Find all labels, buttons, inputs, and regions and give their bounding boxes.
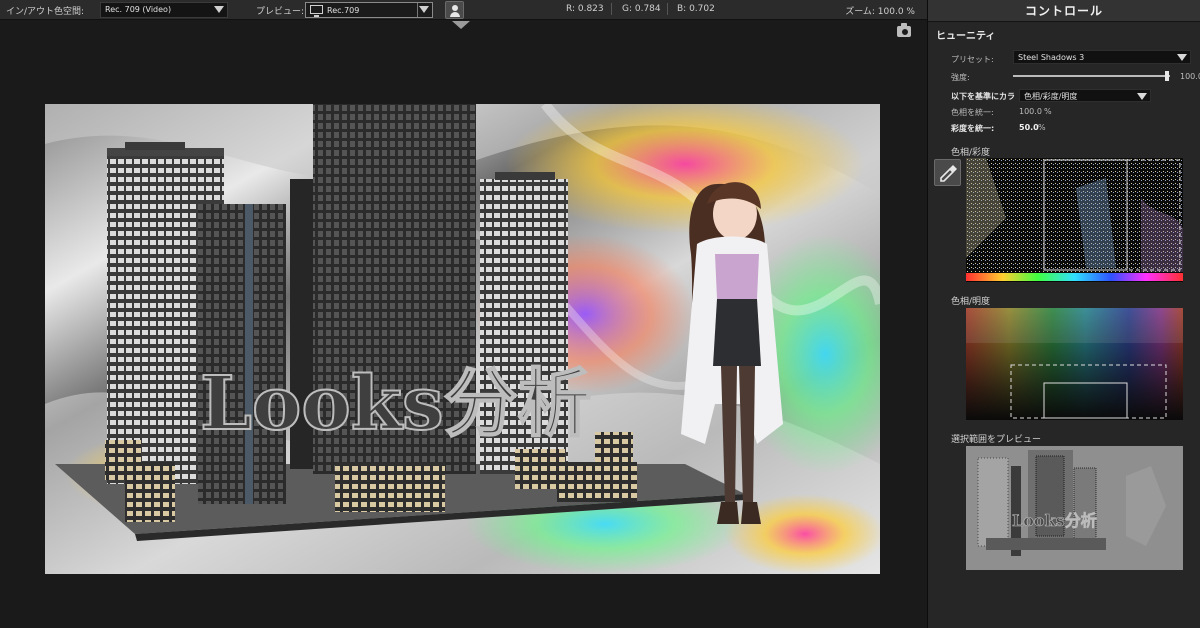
chevron-down-icon	[214, 6, 224, 13]
strength-label: 強度:	[951, 73, 970, 82]
colorspace-label: イン/アウト色空間:	[6, 7, 85, 17]
basis-label: 以下を基準にカラ	[951, 92, 1015, 101]
chevron-down-icon	[1177, 54, 1187, 61]
hue-saturation-plot	[966, 158, 1183, 281]
hue-saturation-scope[interactable]	[966, 158, 1183, 282]
eyedropper-icon	[940, 165, 957, 182]
hue-luminance-plot	[966, 308, 1183, 420]
hue-unify-value[interactable]: 100.0	[1019, 107, 1042, 116]
eyedropper-button[interactable]	[934, 159, 961, 186]
sat-unify-label: 彩度を統一:	[951, 124, 995, 133]
colorspace-select[interactable]: Rec. 709 (Video)	[100, 2, 228, 18]
person-mask-button[interactable]	[445, 1, 464, 19]
chevron-down-icon	[1137, 93, 1147, 100]
viewer-toolbar: イン/アウト色空間: Rec. 709 (Video) プレビュー: Rec.7…	[0, 0, 927, 20]
viewer-image[interactable]: Looks分析	[45, 104, 880, 574]
preset-value: Steel Shadows 3	[1018, 53, 1085, 62]
selection-preview: Looks分析	[966, 446, 1183, 570]
camera-icon[interactable]	[897, 23, 911, 37]
person-icon	[452, 5, 458, 11]
colorspace-value: Rec. 709 (Video)	[105, 5, 172, 14]
hue-unify-label: 色相を統一:	[951, 108, 994, 117]
sat-unify-value[interactable]: 50.0	[1019, 123, 1039, 132]
preset-select[interactable]: Steel Shadows 3	[1013, 50, 1191, 64]
strength-value: 100.0	[1180, 72, 1200, 81]
hue-unify-unit: %	[1044, 107, 1052, 116]
readout-divider	[611, 3, 612, 15]
center-marker-icon	[452, 21, 470, 29]
section-title-huenity: ヒューニティ	[936, 31, 996, 42]
sat-unify-unit: %	[1038, 123, 1046, 132]
hue-sat-title: 色相/彩度	[951, 148, 991, 158]
preview-selection-text: Looks分析	[1012, 511, 1097, 530]
preview-label: プレビュー:	[256, 7, 305, 17]
basis-select[interactable]: 色相/彩度/明度	[1019, 89, 1151, 102]
panel-title: コントロール	[928, 0, 1200, 22]
hue-luma-title: 色相/明度	[951, 297, 991, 307]
chevron-down-icon	[419, 6, 429, 13]
preview-select[interactable]: Rec.709	[305, 2, 433, 18]
selection-preview-image: Looks分析	[966, 446, 1183, 570]
viewer-title-text: Looks分析	[200, 361, 592, 447]
preview-selection-title: 選択範囲をプレビュー	[951, 435, 1042, 445]
strength-slider[interactable]	[1013, 71, 1170, 81]
r-readout: R: 0.823	[566, 4, 604, 14]
g-readout: G: 0.784	[622, 4, 661, 14]
b-readout: B: 0.702	[677, 4, 715, 14]
select-divider	[417, 3, 418, 17]
basis-value: 色相/彩度/明度	[1024, 92, 1078, 101]
zoom-readout: ズーム: 100.0 %	[845, 7, 915, 17]
readout-divider	[667, 3, 668, 15]
viewer-scene: Looks分析	[45, 104, 880, 574]
monitor-icon	[310, 5, 323, 17]
strength-slider-thumb[interactable]	[1164, 71, 1169, 81]
person-icon-body	[450, 12, 460, 17]
preview-value: Rec.709	[327, 6, 360, 15]
preset-label: プリセット:	[951, 55, 994, 64]
hue-luminance-scope[interactable]	[966, 308, 1183, 420]
